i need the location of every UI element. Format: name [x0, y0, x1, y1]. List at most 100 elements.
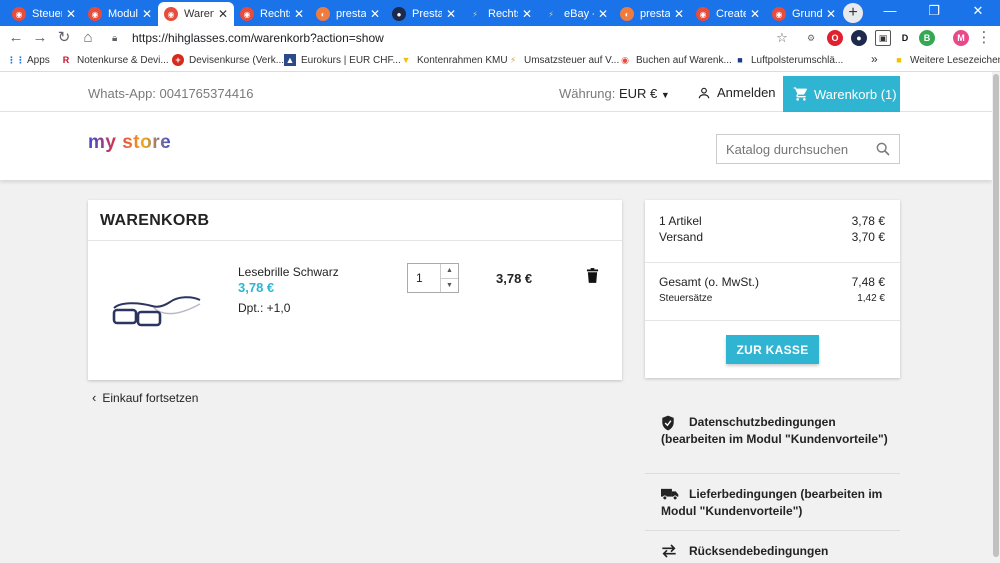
browser-tab[interactable]: ⚡ Rechtsi ✕: [462, 2, 538, 26]
reassurance-title: Rücksendebedingungen: [689, 544, 829, 558]
more-vertical-icon[interactable]: ⋮: [974, 28, 994, 48]
currency-label: Währung:: [559, 86, 616, 101]
bookmark-label: Umsatzsteuer auf V...: [524, 54, 620, 66]
browser-tab[interactable]: ● PrestaS ✕: [386, 2, 462, 26]
caret-down-icon: ▼: [660, 90, 670, 100]
bookmark-item[interactable]: R Notenkurse & Devi...: [60, 54, 169, 66]
close-icon[interactable]: ✕: [370, 7, 380, 21]
browser-tab[interactable]: ◉ Rechtsi ✕: [234, 2, 310, 26]
extension-icon[interactable]: ●: [851, 30, 867, 46]
cart-button[interactable]: Warenkorb (1): [783, 76, 900, 112]
quantity-input[interactable]: [408, 264, 440, 292]
bookmark-label: Kontenrahmen KMU: [417, 54, 508, 66]
browser-tab-active[interactable]: ◉ Warenk ✕: [158, 2, 234, 26]
lock-icon: 🔒︎: [112, 32, 118, 44]
close-icon[interactable]: ✕: [522, 7, 532, 21]
close-icon[interactable]: ✕: [142, 7, 152, 21]
close-icon[interactable]: ✕: [218, 7, 228, 21]
bookmark-label: Notenkurse & Devi...: [77, 54, 169, 66]
chevron-down-icon[interactable]: ▼: [441, 279, 458, 293]
product-image[interactable]: [108, 286, 204, 336]
tab-label: PrestaS: [412, 8, 442, 20]
currency-selector[interactable]: Währung: EUR € ▼: [559, 86, 670, 101]
avatar[interactable]: M: [953, 30, 969, 46]
close-icon[interactable]: ✕: [750, 7, 760, 21]
divider: [645, 530, 900, 531]
minimize-icon[interactable]: —: [868, 0, 912, 26]
bookmark-other[interactable]: ■ Weitere Lesezeichen: [893, 54, 1000, 66]
close-icon[interactable]: ✕: [674, 7, 684, 21]
reassurance-returns[interactable]: Rücksendebedingungen: [645, 543, 900, 560]
login-link[interactable]: Anmelden: [697, 85, 776, 100]
close-icon[interactable]: ✕: [66, 7, 76, 21]
bookmark-item[interactable]: ▼ Kontenrahmen KMU: [400, 54, 508, 66]
summary-label: Steuersätze: [659, 293, 713, 304]
site-header: my store: [0, 112, 992, 180]
search-icon[interactable]: [875, 141, 891, 157]
trash-icon[interactable]: [586, 268, 599, 283]
window-close-icon[interactable]: ✕: [956, 0, 1000, 26]
browser-tab[interactable]: ⚡ eBay - ✕: [538, 2, 614, 26]
close-icon[interactable]: ✕: [446, 7, 456, 21]
browser-tab[interactable]: ◉ Create ✕: [690, 2, 766, 26]
checkout-button[interactable]: ZUR KASSE: [726, 335, 819, 364]
search-input[interactable]: [726, 141, 876, 157]
tab-label: Steuer: [32, 8, 62, 20]
image-icon[interactable]: ▣: [875, 30, 891, 46]
summary-row-total: Gesamt (o. MwSt.) 7,48 €: [659, 275, 885, 289]
tab-favicon-icon: ◉: [88, 7, 102, 21]
restore-icon[interactable]: ❐: [912, 0, 956, 26]
reassurance-delivery[interactable]: Lieferbedingungen (bearbeiten im Modul "…: [645, 486, 900, 520]
divider: [88, 240, 622, 241]
bookmarks-overflow-icon[interactable]: »: [871, 52, 878, 66]
bookmark-star-icon[interactable]: ☆: [772, 28, 792, 48]
forward-arrow-icon[interactable]: →: [30, 28, 50, 48]
reassurance-privacy[interactable]: Datenschutzbedingungen (bearbeiten im Mo…: [645, 414, 900, 448]
bookmark-item[interactable]: ◉ Buchen auf Warenk...: [619, 54, 732, 66]
browser-tab[interactable]: ◉ Steuer ✕: [6, 2, 82, 26]
tab-label: prestas: [640, 8, 670, 20]
swiss-flag-icon: +: [172, 54, 184, 66]
quantity-stepper: ▲ ▼: [407, 263, 459, 293]
new-tab-plus-icon[interactable]: +: [843, 3, 863, 23]
close-icon[interactable]: ✕: [826, 7, 836, 21]
tab-favicon-icon: ●: [392, 7, 406, 21]
folder-icon: ■: [896, 55, 902, 65]
bookmark-apps[interactable]: ⋮⋮ Apps: [7, 54, 50, 66]
bookmark-item[interactable]: ⚡ Umsatzsteuer auf V...: [507, 54, 619, 66]
site-favicon-icon: ◉: [621, 54, 629, 65]
page-scrollbar[interactable]: [992, 72, 1000, 563]
opera-icon[interactable]: O: [827, 30, 843, 46]
gear-icon[interactable]: ⚙: [803, 30, 819, 46]
extension-d-icon[interactable]: D: [897, 30, 913, 46]
browser-tab[interactable]: ◐ prestas ✕: [310, 2, 386, 26]
whatsapp-contact: Whats-App: 0041765374416: [88, 86, 254, 101]
bookmark-item[interactable]: ▲ Eurokurs | EUR CHF...: [284, 54, 401, 66]
close-icon[interactable]: ✕: [598, 7, 608, 21]
close-icon[interactable]: ✕: [294, 7, 304, 21]
browser-toolbar: ← → ↻ ⌂ 🔒︎ https://hihglasses.com/warenk…: [0, 26, 1000, 50]
folder-icon: ▼: [401, 55, 411, 65]
browser-tab[interactable]: ◉ Module ✕: [82, 2, 158, 26]
back-arrow-icon[interactable]: ←: [6, 28, 26, 48]
address-bar[interactable]: 🔒︎ https://hihglasses.com/warenkorb?acti…: [104, 28, 794, 48]
user-icon: [698, 87, 710, 98]
bookmark-item[interactable]: + Devisenkurse (Verk...: [172, 54, 284, 66]
chevron-up-icon[interactable]: ▲: [441, 264, 458, 279]
scrollbar-thumb[interactable]: [993, 74, 999, 557]
home-icon[interactable]: ⌂: [78, 28, 98, 48]
store-logo[interactable]: my store: [88, 132, 171, 154]
bookmark-label: Eurokurs | EUR CHF...: [301, 54, 401, 66]
extension-b-icon[interactable]: B: [919, 30, 935, 46]
tab-favicon-icon: ◐: [316, 7, 330, 21]
bookmark-item[interactable]: ■ Luftpolsterumschlä...: [734, 54, 843, 66]
tab-label: Module: [108, 8, 138, 20]
reload-icon[interactable]: ↻: [54, 28, 74, 48]
product-name[interactable]: Lesebrille Schwarz: [238, 265, 339, 279]
continue-shopping-link[interactable]: ‹ Einkauf fortsetzen: [92, 390, 198, 405]
browser-tab[interactable]: ◐ prestas ✕: [614, 2, 690, 26]
cart-summary: 1 Artikel 3,78 € Versand 3,70 € Gesamt (…: [645, 200, 900, 378]
browser-tab[interactable]: ◉ Grundp ✕: [766, 2, 842, 26]
reassurance-title: Datenschutzbedingungen: [689, 415, 836, 429]
tab-favicon-icon: ◉: [772, 7, 786, 21]
